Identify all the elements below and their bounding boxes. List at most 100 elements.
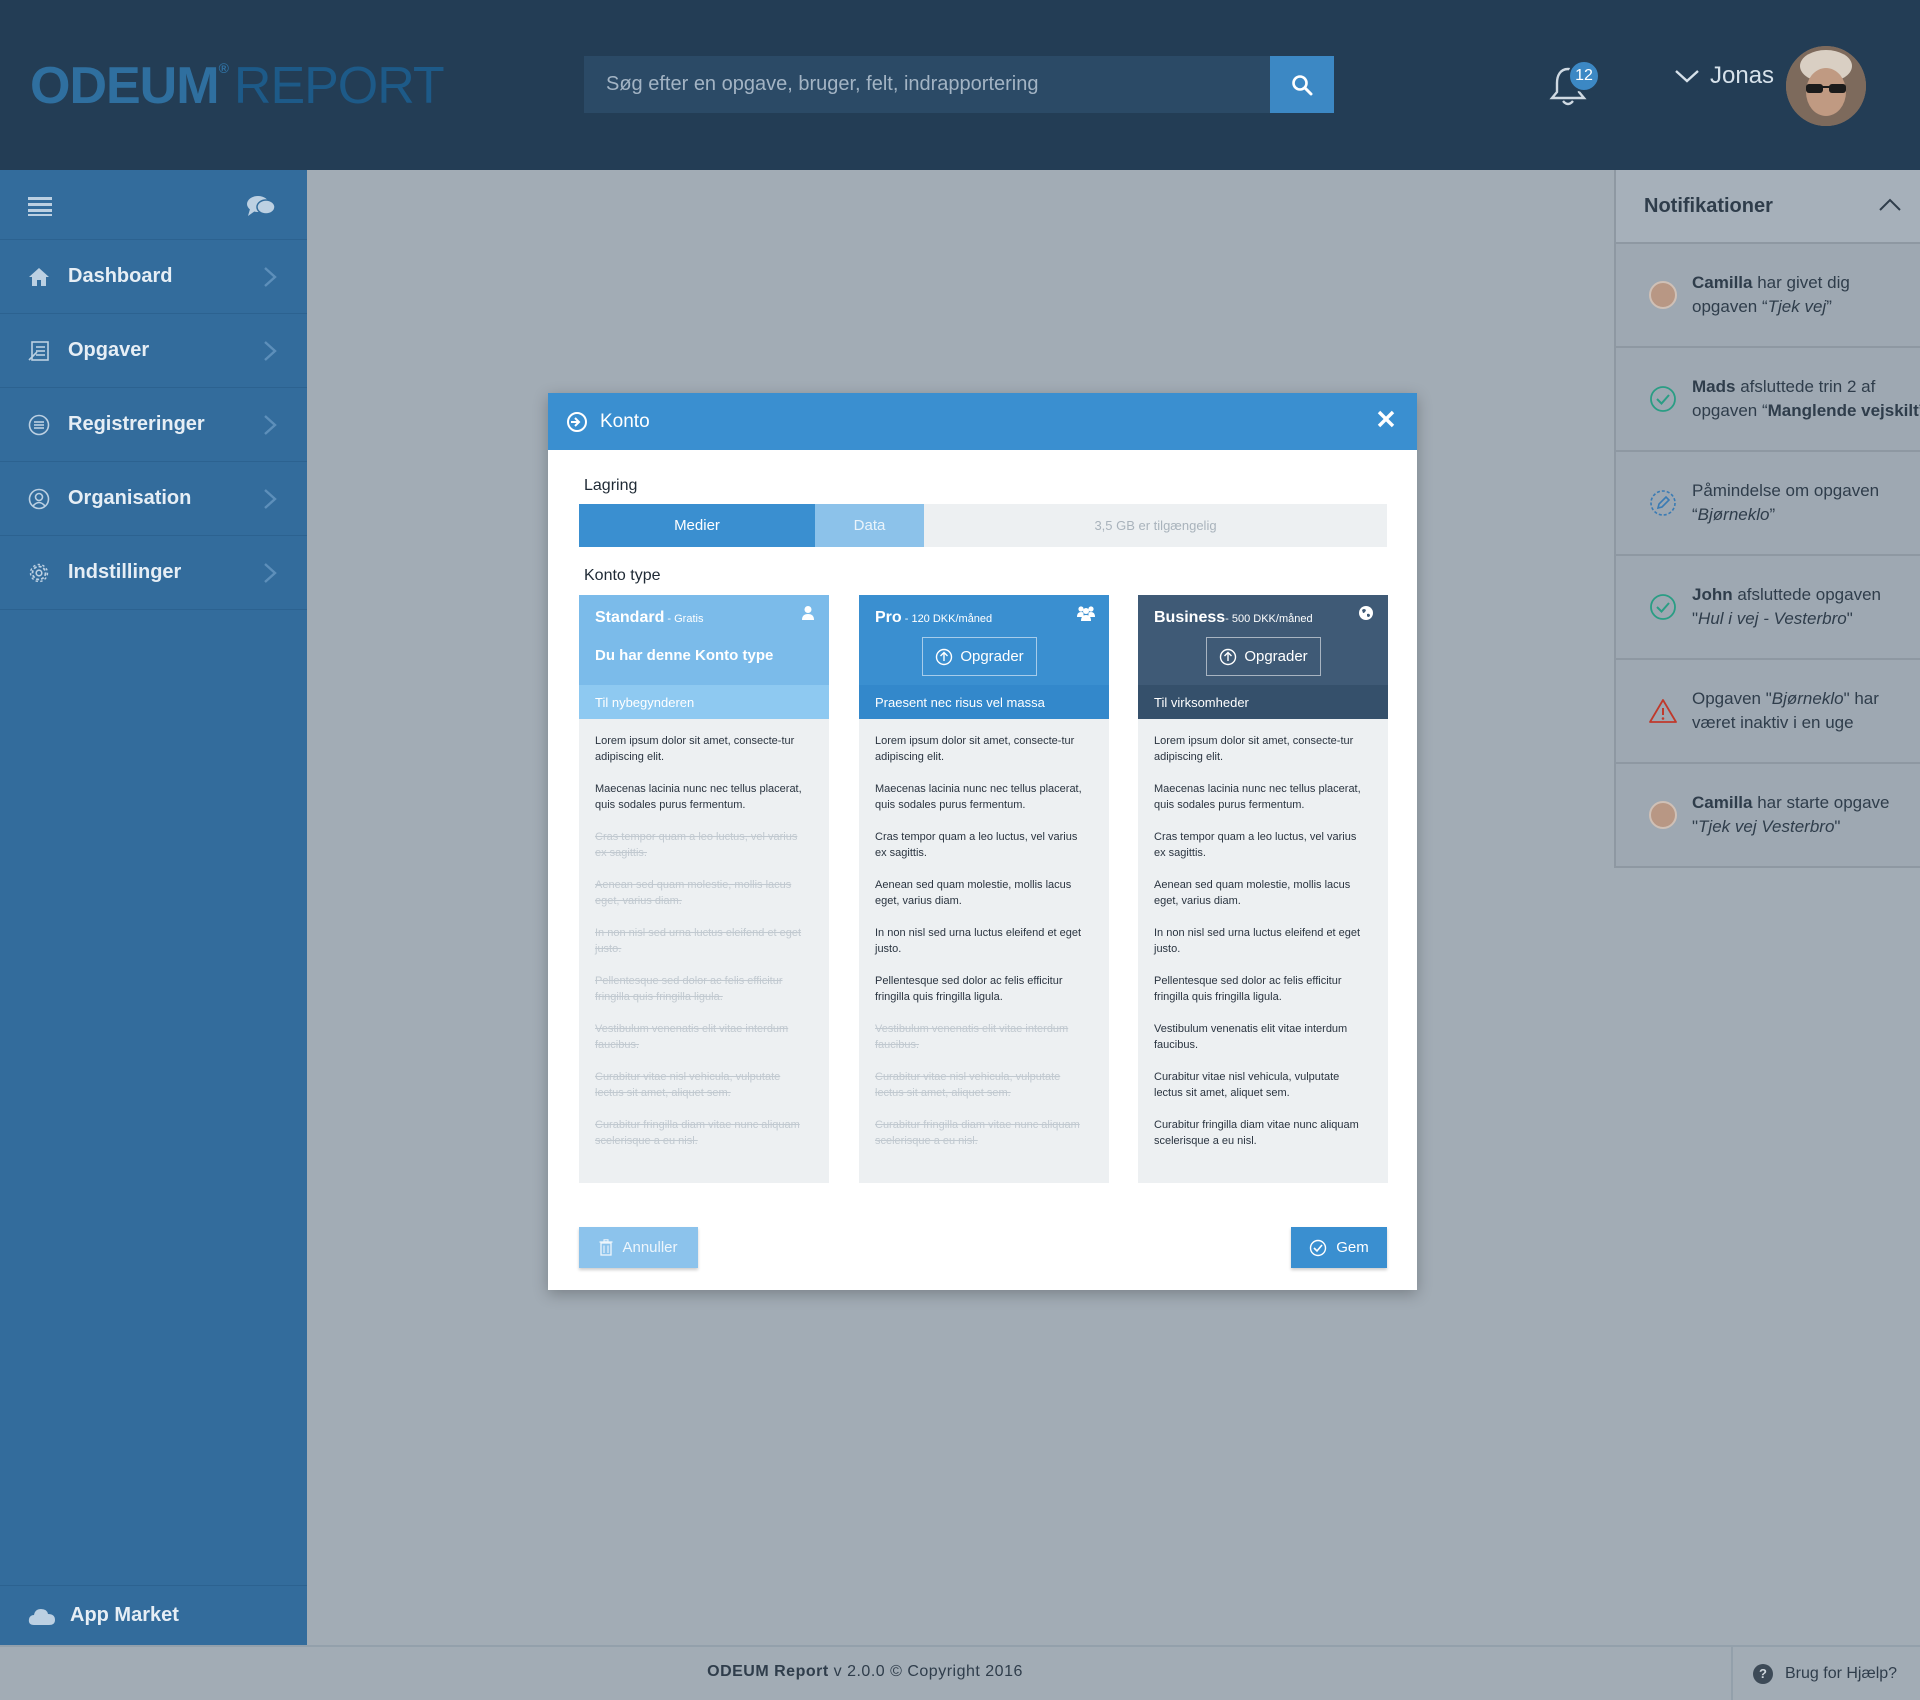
notification-item[interactable]: Camilla har starte opgave "Tjek vej Vest… <box>1616 764 1920 868</box>
feature-list: Lorem ipsum dolor sit amet, consecte-tur… <box>859 719 1109 1149</box>
feature-list: Lorem ipsum dolor sit amet, consecte-tur… <box>1138 719 1388 1149</box>
storage-label: Lagring <box>584 477 638 494</box>
trash-icon <box>599 1239 613 1256</box>
chevron-up-icon[interactable] <box>1878 198 1902 212</box>
feature-item: In non nisl sed urna luctus eleifend et … <box>875 927 1082 955</box>
plan-price: - 120 DKK/måned <box>901 613 993 625</box>
globe-icon <box>1359 606 1373 620</box>
chevron-right-icon <box>264 489 277 509</box>
save-label: Gem <box>1336 1239 1369 1256</box>
sidebar-top <box>0 170 307 240</box>
feature-item: Maecenas lacinia nunc nec tellus placera… <box>1154 783 1361 811</box>
search-bar <box>584 56 1334 113</box>
close-icon[interactable] <box>1377 410 1395 428</box>
avatar <box>1648 280 1678 310</box>
sidebar-item-label: Registreringer <box>68 413 205 435</box>
feature-item: In non nisl sed urna luctus eleifend et … <box>595 927 802 955</box>
notification-item[interactable]: John afsluttede opgaven "Hul i vej - Ves… <box>1616 556 1920 660</box>
chevron-right-icon <box>264 267 277 287</box>
plan-card-pro[interactable]: Pro - 120 DKK/måned Opgrader Praesent ne… <box>859 595 1109 1183</box>
home-icon <box>29 267 49 286</box>
feature-item: Maecenas lacinia nunc nec tellus placera… <box>595 783 802 811</box>
check-icon <box>1650 386 1676 412</box>
feature-item: Aenean sed quam molestie, mollis lacus e… <box>1154 879 1351 907</box>
sidebar-item-label: Organisation <box>68 487 192 509</box>
sidebar-item-label: Dashboard <box>68 265 173 287</box>
plan-price: - Gratis <box>664 613 704 625</box>
search-input[interactable] <box>584 56 1270 113</box>
notification-item[interactable]: Opgaven "Bjørneklo" har været inaktiv i … <box>1616 660 1920 764</box>
check-icon <box>1650 594 1676 620</box>
notification-text: Camilla har givet dig opgaven “Tjek vej” <box>1692 273 1850 316</box>
feature-item: Cras tempor quam a leo luctus, vel variu… <box>1154 831 1357 859</box>
feature-item: Aenean sed quam molestie, mollis lacus e… <box>595 879 792 907</box>
sidebar-item-label: Opgaver <box>68 339 150 361</box>
cancel-button[interactable]: Annuller <box>579 1227 698 1268</box>
plan-name: Standard - Gratis <box>595 609 704 626</box>
storage-bar: Medier Data 3,5 GB er tilgængelig <box>579 504 1387 547</box>
plan-price: - 500 DKK/måned <box>1225 613 1313 625</box>
modal-header: Konto <box>548 393 1417 450</box>
plan-card-standard[interactable]: Standard - Gratis Du har denne Konto typ… <box>579 595 829 1183</box>
save-button[interactable]: Gem <box>1291 1227 1387 1268</box>
tasks-icon <box>28 340 49 361</box>
notification-text: Opgaven "Bjørneklo" har været inaktiv i … <box>1692 689 1879 732</box>
sidebar-item-organisation[interactable]: Organisation <box>0 462 307 536</box>
notification-text: Camilla har starte opgave "Tjek vej Vest… <box>1692 793 1890 836</box>
plan-subtitle: Praesent nec risus vel massa <box>859 685 1109 719</box>
copyright-text: ODEUM Report v 2.0.0 © Copyright 2016 <box>707 1663 1023 1680</box>
feature-item: Curabitur fringilla diam vitae nunc aliq… <box>875 1119 1080 1147</box>
storage-available-text: 3,5 GB er tilgængelig <box>1094 518 1217 533</box>
sidebar-item-opgaver[interactable]: Opgaver <box>0 314 307 388</box>
feature-item: Lorem ipsum dolor sit amet, consecte-tur… <box>595 735 795 763</box>
feature-item: Cras tempor quam a leo luctus, vel variu… <box>595 831 798 859</box>
cloud-icon <box>28 1608 55 1625</box>
feature-item: Curabitur vitae nisl vehicula, vulputate… <box>1154 1071 1340 1099</box>
sidebar-item-app-market[interactable]: App Market <box>0 1585 307 1645</box>
search-button[interactable] <box>1270 56 1334 113</box>
modal-title: Konto <box>600 410 650 432</box>
sidebar-item-indstillinger[interactable]: Indstillinger <box>0 536 307 610</box>
arrow-up-circle-icon <box>1220 648 1237 665</box>
sidebar: Dashboard Opgaver Registreringer Organis… <box>0 170 307 1645</box>
check-circle-icon <box>1310 1239 1327 1256</box>
account-modal: Konto Lagring Medier Data 3,5 GB er tilg… <box>548 393 1417 1290</box>
upgrade-label: Opgrader <box>960 648 1024 665</box>
app-logo[interactable]: ODEUM® REPORT <box>30 56 445 116</box>
settings-icon <box>29 563 49 582</box>
user-menu[interactable]: Jonas <box>1674 62 1774 90</box>
feature-item: Vestibulum venenatis elit vitae interdum… <box>595 1023 789 1051</box>
plan-subtitle: Til virksomheder <box>1138 685 1388 719</box>
feature-item: Curabitur fringilla diam vitae nunc aliq… <box>595 1119 800 1147</box>
feature-item: Pellentesque sed dolor ac felis efficitu… <box>595 975 783 1003</box>
upgrade-button[interactable]: Opgrader <box>1206 637 1321 676</box>
upgrade-button[interactable]: Opgrader <box>922 637 1037 676</box>
avatar[interactable] <box>1786 46 1866 126</box>
organisation-icon <box>28 488 50 509</box>
help-button[interactable]: ? Brug for Hjælp? <box>1731 1647 1920 1700</box>
logo-reg-mark: ® <box>218 60 229 76</box>
menu-icon[interactable] <box>28 196 52 216</box>
notification-item[interactable]: Mads afsluttede trin 2 af opgaven “Mangl… <box>1616 348 1920 452</box>
sidebar-item-label: Indstillinger <box>68 561 182 583</box>
notification-item[interactable]: Påmindelse om opgaven “Bjørneklo” <box>1616 452 1920 556</box>
storage-data-segment: Data <box>815 504 924 547</box>
plan-card-business[interactable]: Business- 500 DKK/måned Opgrader Til vir… <box>1138 595 1388 1183</box>
notifications-header[interactable]: Notifikationer <box>1616 170 1920 244</box>
notification-text: Påmindelse om opgaven “Bjørneklo” <box>1692 481 1880 524</box>
chat-icon[interactable] <box>246 194 276 218</box>
sidebar-item-dashboard[interactable]: Dashboard <box>0 240 307 314</box>
notification-text: John afsluttede opgaven "Hul i vej - Ves… <box>1692 585 1882 628</box>
feature-item: Pellentesque sed dolor ac felis efficitu… <box>1154 975 1342 1003</box>
sidebar-item-registreringer[interactable]: Registreringer <box>0 388 307 462</box>
storage-media-segment: Medier <box>579 504 815 547</box>
current-plan-text: Du har denne Konto type <box>595 647 774 664</box>
feature-item: Cras tempor quam a leo luctus, vel variu… <box>875 831 1078 859</box>
notification-count-badge: 12 <box>1568 60 1600 92</box>
feature-list: Lorem ipsum dolor sit amet, consecte-tur… <box>579 719 829 1149</box>
plan-name: Business- 500 DKK/måned <box>1154 609 1313 626</box>
plan-subtitle: Til nybegynderen <box>579 685 829 719</box>
chevron-right-icon <box>264 415 277 435</box>
notification-item[interactable]: Camilla har givet dig opgaven “Tjek vej” <box>1616 244 1920 348</box>
account-circle-arrow-icon <box>567 411 587 432</box>
